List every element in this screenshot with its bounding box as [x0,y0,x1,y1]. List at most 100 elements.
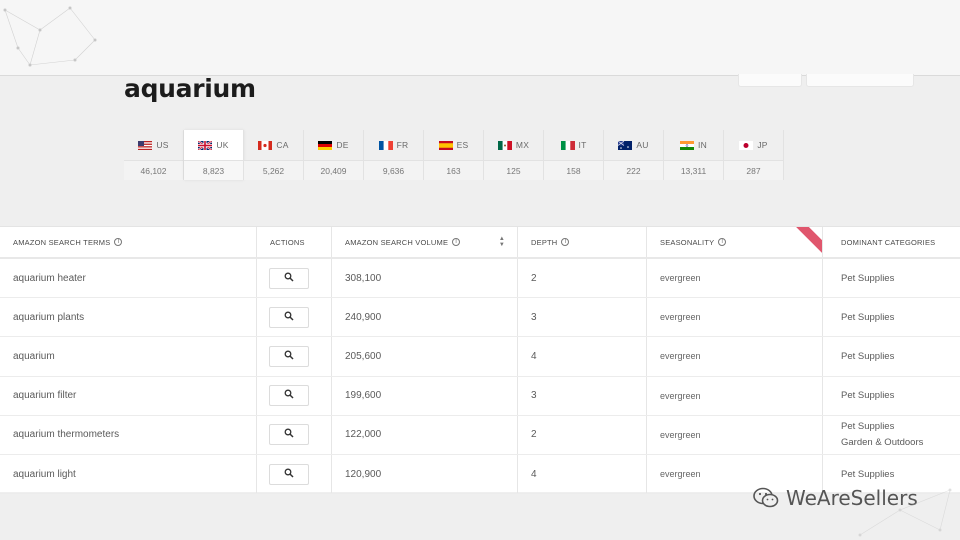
market-tab-uk[interactable]: UK 8,823 [184,130,244,180]
dominant-categories: Pet Supplies [823,298,960,336]
market-count: 9,636 [364,160,423,180]
new-ribbon [790,227,822,257]
market-tab-ca[interactable]: CA 5,262 [244,130,304,180]
market-tab-fr[interactable]: FR 9,636 [364,130,424,180]
category-label: Garden & Outdoors [841,437,924,449]
fr-flag-icon [378,140,393,150]
keyword-table: AMAZON SEARCH TERMS i ACTIONS AMAZON SEA… [0,226,960,495]
market-count: 222 [604,160,663,180]
search-term[interactable]: aquarium heater [0,259,257,298]
search-button[interactable] [269,424,309,446]
depth-value: 4 [518,337,647,376]
depth-value: 2 [518,259,647,298]
depth-value: 3 [518,298,647,337]
category-label: Pet Supplies [841,311,895,323]
us-flag-icon [138,140,153,150]
search-icon [284,389,294,402]
market-count: 46,102 [124,160,183,180]
header-dominant-categories[interactable]: DOMINANT CATEGORIES [823,227,960,257]
search-volume: 199,600 [332,376,518,415]
search-volume: 205,600 [332,337,518,376]
search-term[interactable]: aquarium filter [0,376,257,415]
search-button[interactable] [269,306,309,328]
wechat-icon [753,487,779,508]
market-count: 125 [484,160,543,180]
market-count: 5,262 [244,160,303,180]
search-button[interactable] [269,463,309,485]
it-flag-icon [560,140,575,150]
info-icon[interactable]: i [452,238,461,246]
search-term[interactable]: aquarium light [0,454,257,494]
search-volume: 240,900 [332,298,518,337]
dominant-categories: Pet Supplies [823,259,960,297]
dominant-categories: Pet Supplies [823,377,960,415]
search-button[interactable] [269,345,309,367]
market-tab-in[interactable]: IN 13,311 [664,130,724,180]
seasonality-value: evergreen [647,298,823,337]
table-row: aquarium plants 240,900 3 evergreen Pet Supp… [0,298,960,338]
seasonality-value: evergreen [647,376,823,415]
category-label: Pet Supplies [841,272,895,284]
header-search-terms[interactable]: AMAZON SEARCH TERMS i [0,227,257,257]
dominant-categories: Pet Supplies Garden & Outdoors [823,416,960,454]
table-body: aquarium heater 308,100 2 evergreen Pet Supp… [0,259,960,495]
market-tab-de[interactable]: DE 20,409 [304,130,364,180]
market-code: CA [276,140,289,150]
market-code: AU [636,140,649,150]
market-code: IN [698,140,707,150]
table-row: aquarium 205,600 4 evergreen Pet Supplies [0,337,960,377]
search-icon [284,311,294,324]
top-button-left[interactable] [738,74,802,87]
market-tab-us[interactable]: US 46,102 [124,130,184,180]
market-code: MX [515,140,530,150]
header-depth[interactable]: DEPTH i [518,227,647,257]
search-button[interactable] [269,385,309,407]
depth-value: 2 [518,415,647,454]
search-icon [284,468,294,481]
table-header: AMAZON SEARCH TERMS i ACTIONS AMAZON SEA… [0,227,960,259]
search-volume: 122,000 [332,415,518,454]
info-icon[interactable]: i [114,238,123,246]
uk-flag-icon [198,140,213,150]
sort-icon[interactable]: ▲ ▼ [499,236,505,248]
header-seasonality[interactable]: SEASONALITY i [647,227,823,257]
info-icon[interactable]: i [561,238,570,246]
market-code: JP [757,140,768,150]
info-icon[interactable]: i [718,238,727,246]
network-decoration [858,488,952,537]
market-count: 158 [544,160,603,180]
market-tab-jp[interactable]: JP 287 [724,130,784,180]
category-label: Pet Supplies [841,390,895,402]
dominant-categories: Pet Supplies [823,337,960,375]
market-tab-it[interactable]: IT 158 [544,130,604,180]
search-term[interactable]: aquarium [0,337,257,376]
table-row: aquarium filter 199,600 3 evergreen Pet Supp… [0,376,960,416]
table-row: aquarium heater 308,100 2 evergreen Pet Supp… [0,259,960,299]
top-button-right[interactable] [806,74,914,87]
seasonality-value: evergreen [647,337,823,376]
market-tab-au[interactable]: AU 222 [604,130,664,180]
market-code: UK [216,140,229,150]
top-bar [0,0,960,76]
market-count: 8,823 [184,160,243,180]
au-flag-icon [618,140,633,150]
market-count: 13,311 [664,160,723,180]
market-tabs: US 46,102 UK 8,823 CA 5,262 DE 20,409 FR 9,636 ES 1… [124,130,784,180]
market-tab-es[interactable]: ES 163 [424,130,484,180]
in-flag-icon [680,140,695,150]
market-tab-mx[interactable]: MX 125 [484,130,544,180]
search-icon [284,350,294,363]
seasonality-value: evergreen [647,259,823,298]
search-term[interactable]: aquarium thermometers [0,415,257,454]
de-flag-icon [318,140,333,150]
search-button[interactable] [269,267,309,289]
header-actions: ACTIONS [257,227,332,257]
depth-value: 3 [518,376,647,415]
category-label: Pet Supplies [841,350,895,362]
jp-flag-icon [739,140,754,150]
search-volume: 308,100 [332,259,518,298]
network-decoration [3,6,97,67]
search-term[interactable]: aquarium plants [0,298,257,337]
mx-flag-icon [497,140,512,150]
header-search-volume[interactable]: AMAZON SEARCH VOLUME i ▲ ▼ [332,227,518,257]
